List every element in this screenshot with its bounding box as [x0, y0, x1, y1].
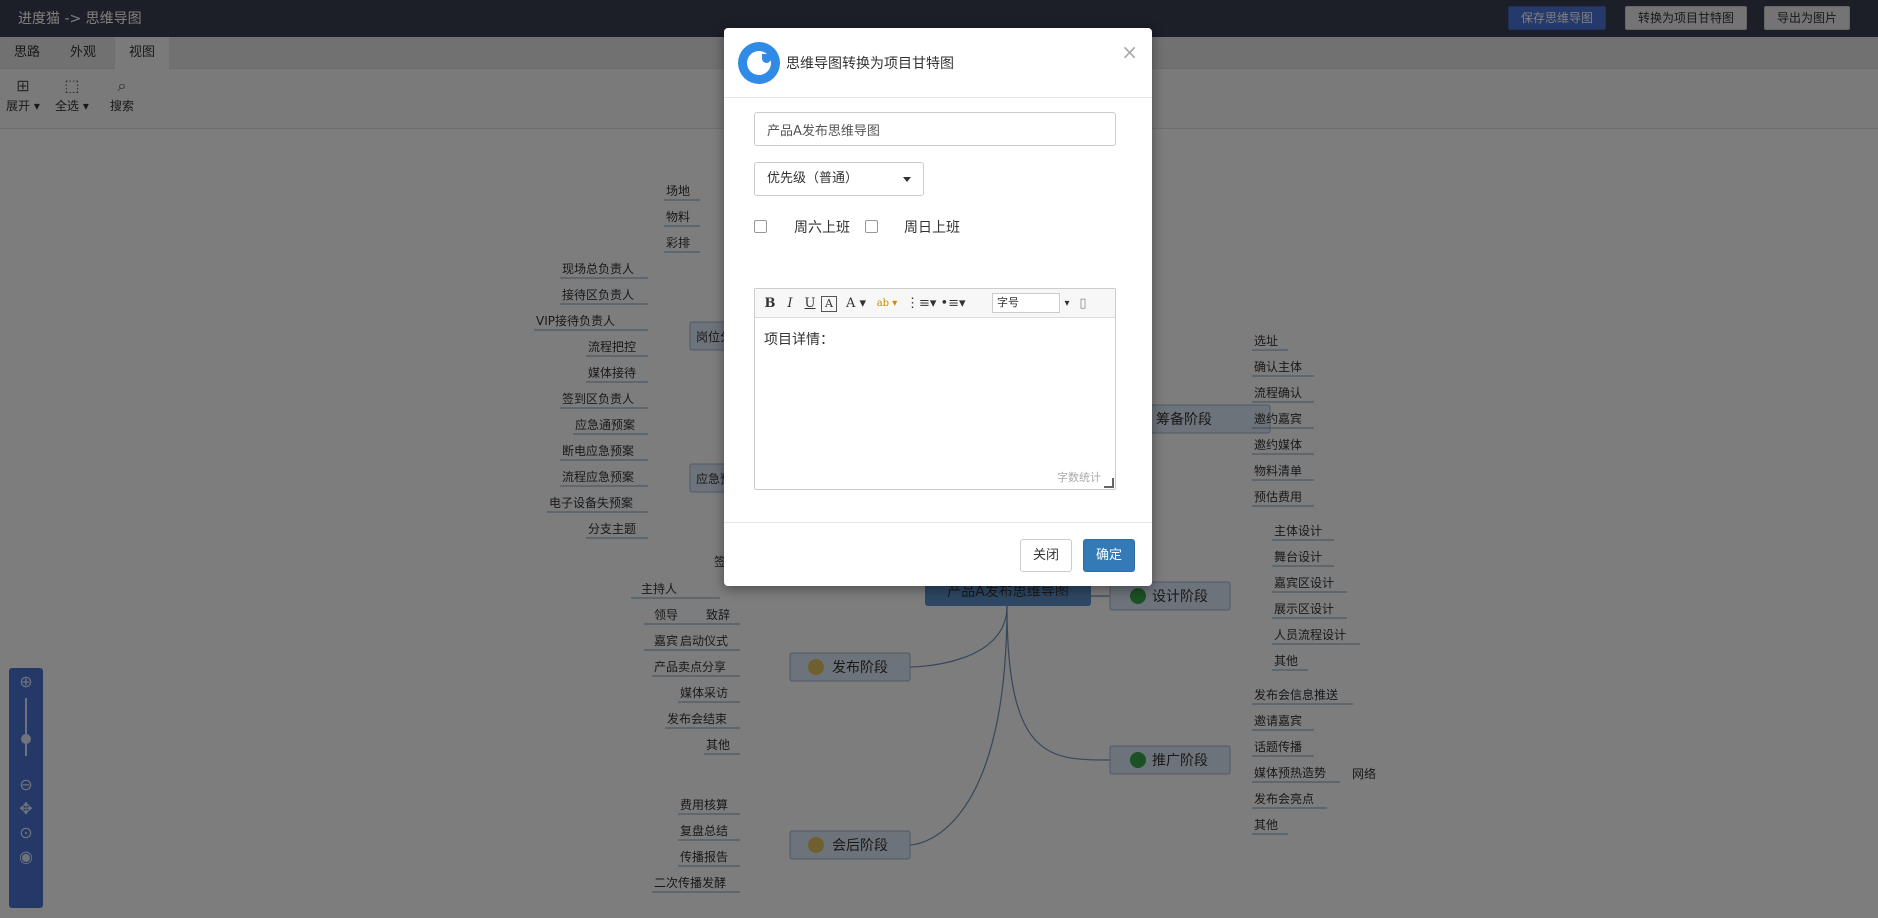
chevron-down-icon: [903, 177, 911, 182]
modal-footer: 关闭 确定: [724, 522, 1152, 586]
font-size-select[interactable]: 字号: [992, 293, 1060, 313]
word-count: 字数统计: [1057, 471, 1101, 484]
resize-handle-icon[interactable]: [1104, 478, 1114, 488]
confirm-button[interactable]: 确定: [1083, 539, 1136, 572]
saturday-label: 周六上班: [794, 220, 850, 236]
rich-text-editor: B I U A A ▾ ab ▾ ⋮≡▾ •≡▾ 字号 ▾ ▯ 项目详情： 字数…: [754, 288, 1116, 490]
app-logo-icon: [738, 42, 780, 84]
bold-icon[interactable]: B: [763, 295, 777, 313]
editor-toolbar: B I U A A ▾ ab ▾ ⋮≡▾ •≡▾ 字号 ▾ ▯: [755, 289, 1115, 318]
modal-header: 思维导图转换为项目甘特图 ×: [724, 28, 1152, 98]
close-icon[interactable]: ×: [1121, 40, 1138, 64]
highlight-icon[interactable]: ab ▾: [873, 295, 901, 313]
priority-select[interactable]: 优先级（普通）: [754, 162, 924, 196]
modal-title: 思维导图转换为项目甘特图: [786, 56, 954, 72]
project-name-input[interactable]: [754, 112, 1116, 146]
priority-value: 优先级（普通）: [767, 171, 859, 186]
convert-gantt-modal: 思维导图转换为项目甘特图 × 优先级（普通） 周六上班 周日上班 B I U A…: [724, 28, 1152, 586]
saturday-checkbox[interactable]: [754, 220, 767, 233]
document-icon[interactable]: ▯: [1075, 295, 1091, 313]
strikethrough-icon[interactable]: A: [821, 296, 837, 312]
font-size-caret-icon[interactable]: ▾: [1063, 295, 1071, 313]
editor-content[interactable]: 项目详情：: [764, 329, 834, 349]
unordered-list-icon[interactable]: •≡▾: [939, 295, 967, 313]
font-color-icon[interactable]: A ▾: [843, 295, 869, 313]
modal-body: 优先级（普通） 周六上班 周日上班 B I U A A ▾ ab ▾ ⋮≡▾ •…: [724, 98, 1152, 522]
sunday-checkbox[interactable]: [865, 220, 878, 233]
italic-icon[interactable]: I: [783, 295, 797, 313]
ordered-list-icon[interactable]: ⋮≡▾: [906, 295, 936, 313]
close-button[interactable]: 关闭: [1020, 539, 1073, 572]
underline-icon[interactable]: U: [803, 295, 817, 313]
sunday-label: 周日上班: [904, 220, 960, 236]
